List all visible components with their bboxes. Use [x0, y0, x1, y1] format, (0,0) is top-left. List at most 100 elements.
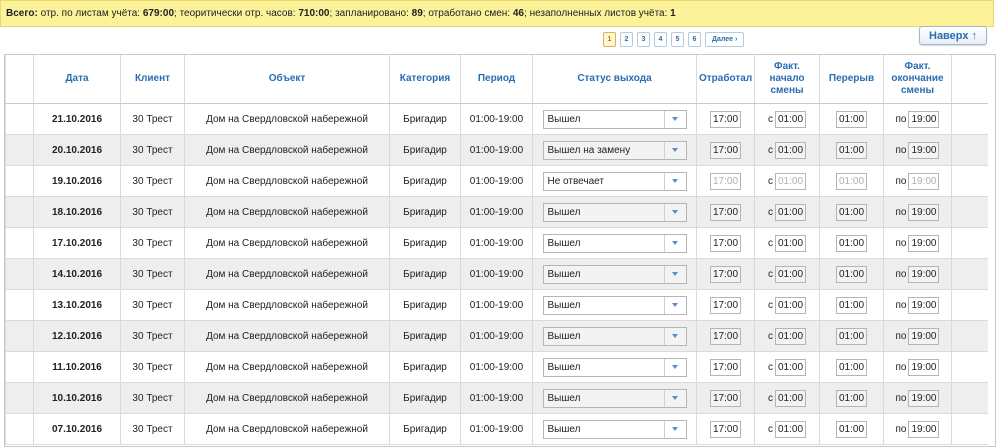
row-selector-cell[interactable]	[5, 258, 34, 290]
end-input[interactable]: 19:00	[908, 389, 940, 407]
start-input[interactable]: 01:00	[775, 389, 806, 407]
column-header-end[interactable]: Факт. окончание смены	[883, 55, 952, 104]
worked-input[interactable]: 17:00	[710, 296, 741, 314]
break-input[interactable]: 01:00	[836, 265, 867, 283]
column-header-start[interactable]: Факт. начало смены	[754, 55, 820, 104]
break-input[interactable]: 01:00	[836, 110, 867, 128]
period-cell: 01:00-19:00	[460, 289, 533, 321]
dropdown-button[interactable]	[663, 358, 686, 376]
status-select[interactable]: Вышел	[542, 233, 687, 253]
column-header-period[interactable]: Период	[460, 55, 533, 104]
row-selector-cell[interactable]	[5, 227, 34, 259]
dropdown-button[interactable]	[663, 389, 686, 407]
worked-input[interactable]: 17:00	[710, 203, 741, 221]
status-select[interactable]: Вышел	[542, 109, 687, 129]
dropdown-button[interactable]	[663, 110, 686, 128]
dropdown-button[interactable]	[663, 327, 686, 345]
start-input[interactable]: 01:00	[775, 420, 806, 438]
break-input[interactable]: 01:00	[836, 358, 867, 376]
break-input[interactable]: 01:00	[836, 234, 867, 252]
row-selector-cell[interactable]	[5, 165, 34, 197]
page-button-2[interactable]: 2	[620, 32, 633, 47]
column-header-worked[interactable]: Отработал	[696, 55, 755, 104]
start-input[interactable]: 01:00	[775, 327, 806, 345]
break-input[interactable]: 01:00	[836, 141, 867, 159]
column-header-object[interactable]: Объект	[184, 55, 390, 104]
status-select[interactable]: Не отвечает	[542, 171, 687, 191]
worked-input[interactable]: 17:00	[710, 389, 741, 407]
next-page-button[interactable]: Далее ›	[705, 32, 745, 47]
start-input[interactable]: 01:00	[775, 265, 806, 283]
break-input[interactable]: 01:00	[836, 420, 867, 438]
worked-input[interactable]: 17:00	[710, 234, 741, 252]
status-select[interactable]: Вышел	[542, 202, 687, 222]
start-input[interactable]: 01:00	[775, 234, 806, 252]
date-cell: 14.10.2016	[33, 258, 121, 290]
worked-input[interactable]: 17:00	[710, 358, 741, 376]
column-header-client[interactable]: Клиент	[120, 55, 185, 104]
row-selector-cell[interactable]	[5, 196, 34, 228]
break-input[interactable]: 01:00	[836, 389, 867, 407]
column-header-date[interactable]: Дата	[33, 55, 121, 104]
dropdown-button[interactable]	[663, 172, 686, 190]
worked-input[interactable]: 17:00	[710, 327, 741, 345]
end-input[interactable]: 19:00	[908, 358, 940, 376]
worked-input[interactable]: 17:00	[710, 420, 741, 438]
status-select[interactable]: Вышел	[542, 419, 687, 439]
dropdown-button[interactable]	[663, 141, 686, 159]
start-input[interactable]: 01:00	[775, 358, 806, 376]
status-select[interactable]: Вышел	[542, 295, 687, 315]
end-input[interactable]: 19:00	[908, 296, 940, 314]
start-input[interactable]: 01:00	[775, 172, 806, 190]
worked-input[interactable]: 17:00	[710, 265, 741, 283]
status-cell: Вышел	[532, 227, 697, 259]
end-input[interactable]: 19:00	[908, 420, 940, 438]
extra-cell	[951, 289, 988, 321]
column-header-status[interactable]: Статус выхода	[532, 55, 697, 104]
back-to-top-button[interactable]: Наверх ↑	[919, 26, 987, 45]
status-select[interactable]: Вышел	[542, 326, 687, 346]
dropdown-button[interactable]	[663, 234, 686, 252]
start-input[interactable]: 01:00	[775, 141, 806, 159]
status-select[interactable]: Вышел	[542, 388, 687, 408]
row-selector-cell[interactable]	[5, 289, 34, 321]
row-selector-cell[interactable]	[5, 351, 34, 383]
end-input[interactable]: 19:00	[908, 234, 940, 252]
end-input[interactable]: 19:00	[908, 265, 940, 283]
break-input[interactable]: 01:00	[836, 172, 867, 190]
page-button-6[interactable]: 6	[688, 32, 701, 47]
end-input[interactable]: 19:00	[908, 172, 940, 190]
dropdown-button[interactable]	[663, 203, 686, 221]
page-button-1[interactable]: 1	[603, 32, 616, 47]
row-selector-cell[interactable]	[5, 413, 34, 445]
worked-input[interactable]: 17:00	[710, 141, 741, 159]
row-selector-cell[interactable]	[5, 103, 34, 135]
worked-input[interactable]: 17:00	[710, 172, 741, 190]
worked-input[interactable]: 17:00	[710, 110, 741, 128]
page-button-4[interactable]: 4	[654, 32, 667, 47]
start-input[interactable]: 01:00	[775, 110, 806, 128]
status-select[interactable]: Вышел	[542, 264, 687, 284]
page-button-5[interactable]: 5	[671, 32, 684, 47]
end-input[interactable]: 19:00	[908, 203, 940, 221]
row-selector-cell[interactable]	[5, 382, 34, 414]
column-header-break[interactable]: Перерыв	[819, 55, 884, 104]
end-input[interactable]: 19:00	[908, 110, 940, 128]
column-header-category[interactable]: Категория	[389, 55, 461, 104]
start-input[interactable]: 01:00	[775, 203, 806, 221]
page-button-3[interactable]: 3	[637, 32, 650, 47]
dropdown-button[interactable]	[663, 420, 686, 438]
dropdown-button[interactable]	[663, 265, 686, 283]
start-input[interactable]: 01:00	[775, 296, 806, 314]
break-input[interactable]: 01:00	[836, 296, 867, 314]
row-selector-cell[interactable]	[5, 134, 34, 166]
end-input[interactable]: 19:00	[908, 141, 940, 159]
break-input[interactable]: 01:00	[836, 327, 867, 345]
status-select[interactable]: Вышел	[542, 357, 687, 377]
row-selector-cell[interactable]	[5, 320, 34, 352]
break-input[interactable]: 01:00	[836, 203, 867, 221]
end-input[interactable]: 19:00	[908, 327, 940, 345]
status-select[interactable]: Вышел на замену	[542, 140, 687, 160]
status-value: Вышел	[547, 113, 581, 125]
dropdown-button[interactable]	[663, 296, 686, 314]
